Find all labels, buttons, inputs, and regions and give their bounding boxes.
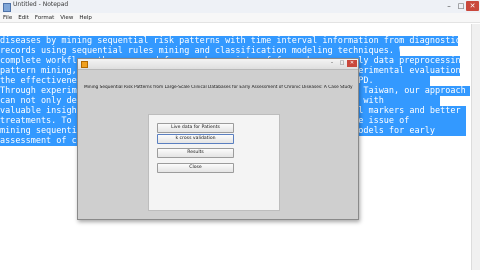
vertical-scrollbar[interactable]: [471, 24, 480, 270]
notepad-title-bar: Untitled - Notepad – □ ✕: [0, 0, 480, 14]
text-line: diseases by mining sequential risk patte…: [0, 36, 458, 46]
menu-edit[interactable]: Edit: [18, 13, 29, 22]
menu-view[interactable]: View: [60, 13, 73, 22]
results-button[interactable]: Results: [157, 148, 234, 158]
close-dialog-button[interactable]: Close: [157, 163, 234, 173]
dialog-title-bar[interactable]: – □ ✕: [78, 59, 358, 70]
java-icon: [81, 61, 88, 68]
cross-validation-button[interactable]: k cross validation: [157, 134, 234, 144]
dialog-minimize-button[interactable]: –: [328, 60, 336, 67]
notepad-icon: [3, 3, 11, 12]
menu-format[interactable]: Format: [35, 13, 54, 22]
minimize-button[interactable]: –: [444, 1, 454, 11]
notepad-menu-bar: File Edit Format View Help: [0, 13, 480, 23]
dialog-maximize-button[interactable]: □: [338, 60, 346, 67]
menu-help[interactable]: Help: [79, 13, 92, 22]
app-dialog: – □ ✕ Mining Sequential Risk Patterns fr…: [77, 58, 359, 220]
text-line: records using sequential rules mining an…: [0, 46, 400, 56]
notepad-title: Untitled - Notepad: [13, 1, 69, 8]
live-data-button[interactable]: Live data for Patients: [157, 123, 234, 133]
menu-file[interactable]: File: [3, 13, 12, 22]
dialog-close-button[interactable]: ✕: [347, 60, 357, 67]
dialog-heading: Mining Sequential Risk Patterns from Lar…: [84, 85, 354, 90]
close-button[interactable]: ✕: [466, 1, 479, 11]
maximize-button[interactable]: □: [456, 1, 466, 11]
button-panel: Live data for Patients k cross validatio…: [148, 114, 280, 211]
